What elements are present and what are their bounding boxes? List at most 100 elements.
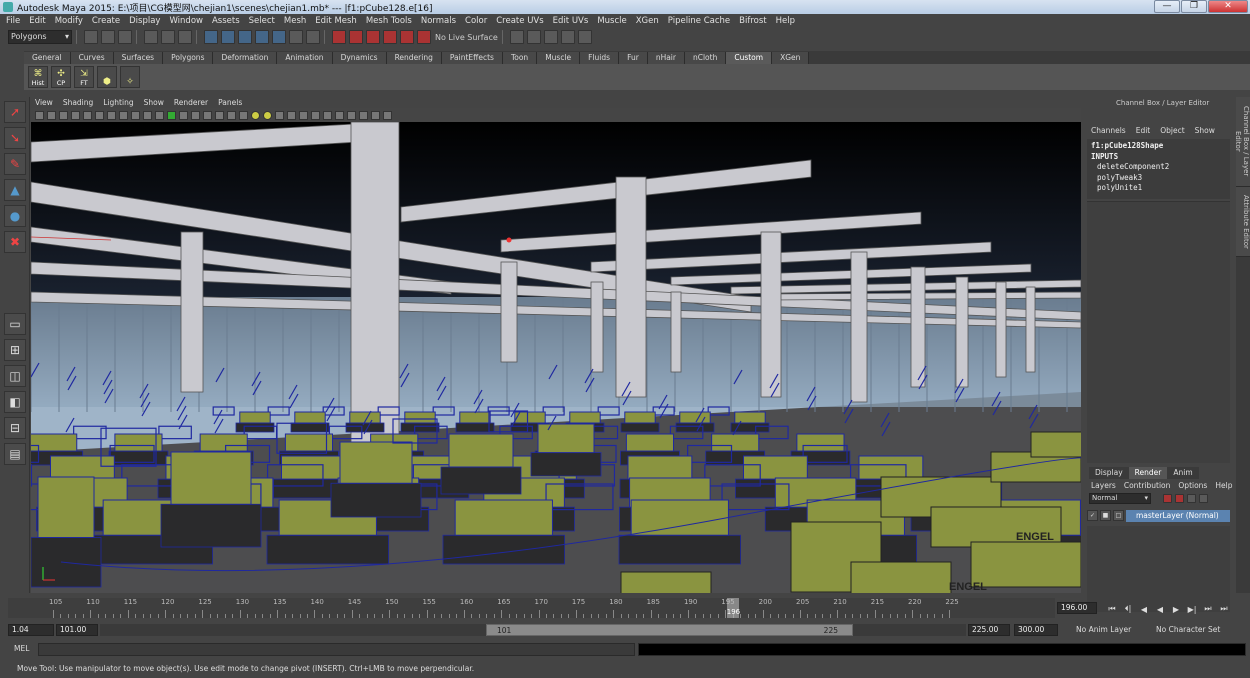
character-set-select[interactable]: No Character Set <box>1156 625 1220 634</box>
sidebar-toggle-icon[interactable] <box>526 30 541 44</box>
shelf-tab-fur[interactable]: Fur <box>619 52 648 64</box>
go-to-end-button[interactable]: ⏭ <box>1216 604 1232 614</box>
shelf-tab-custom[interactable]: Custom <box>726 52 773 64</box>
viewport-tool-icon[interactable] <box>95 110 104 120</box>
viewport-tool-icon[interactable] <box>371 110 380 120</box>
shelf-tab-ncloth[interactable]: nCloth <box>684 52 727 64</box>
render-settings-icon[interactable] <box>1199 493 1208 503</box>
persp-outliner-layout-icon[interactable]: ◧ <box>4 391 26 413</box>
scene-end-field[interactable]: 300.00 <box>1014 624 1058 636</box>
menu-select[interactable]: Select <box>249 16 275 26</box>
viewport-tool-icon[interactable] <box>131 110 140 120</box>
menu-display[interactable]: Display <box>129 16 160 26</box>
viewport-tool-icon[interactable] <box>311 110 320 120</box>
select-object-icon[interactable] <box>161 30 175 44</box>
shelf-button-4[interactable]: ⬢ <box>97 66 117 88</box>
menu-muscle[interactable]: Muscle <box>597 16 626 26</box>
channel-box-menu-show[interactable]: Show <box>1195 126 1215 135</box>
viewport-menu-renderer[interactable]: Renderer <box>174 98 208 107</box>
input-box-icon[interactable] <box>509 30 524 44</box>
viewport-tool-icon[interactable] <box>215 110 224 120</box>
shelf-tab-dynamics[interactable]: Dynamics <box>332 52 387 64</box>
close-button[interactable]: ✕ <box>1208 0 1248 13</box>
construction-history-icon[interactable] <box>306 30 320 44</box>
menu-create-uvs[interactable]: Create UVs <box>496 16 543 26</box>
shelf-tab-general[interactable]: General <box>24 52 71 64</box>
shelf-tab-fluids[interactable]: Fluids <box>580 52 620 64</box>
layer-menu-layers[interactable]: Layers <box>1091 481 1116 490</box>
layer-tab-render[interactable]: Render <box>1128 467 1168 479</box>
new-layer-icon[interactable] <box>1163 493 1172 503</box>
viewport-tool-icon[interactable] <box>83 110 92 120</box>
scene-start-field[interactable]: 1.04 <box>8 624 54 636</box>
hypershade-layout-icon[interactable]: ▤ <box>4 443 26 465</box>
menu-create[interactable]: Create <box>92 16 120 26</box>
menu-file[interactable]: File <box>6 16 20 26</box>
menu-edit[interactable]: Edit <box>29 16 45 26</box>
render-view-icon[interactable] <box>400 30 414 44</box>
minimize-button[interactable]: — <box>1154 0 1180 13</box>
menu-mesh-tools[interactable]: Mesh Tools <box>366 16 412 26</box>
render-icon[interactable] <box>1187 493 1196 503</box>
menu-edit-uvs[interactable]: Edit UVs <box>553 16 589 26</box>
maximize-button[interactable]: ❐ <box>1181 0 1207 13</box>
shelf-tab-painteffects[interactable]: PaintEffects <box>441 52 503 64</box>
menu-set-select[interactable]: Polygons <box>8 30 72 44</box>
input-node-deletecomponent2[interactable]: deleteComponent2 <box>1091 162 1226 173</box>
viewport-tool-icon[interactable] <box>287 110 296 120</box>
viewport-tool-icon[interactable] <box>179 110 188 120</box>
move-tool-icon[interactable]: ▲ <box>4 179 26 201</box>
range-slider[interactable]: 101 225 <box>100 624 966 636</box>
live-surface-icon[interactable] <box>417 30 431 44</box>
four-view-layout-icon[interactable]: ⊞ <box>4 339 26 361</box>
viewport-menu-panels[interactable]: Panels <box>218 98 242 107</box>
range-slider-handle[interactable]: 101 225 <box>486 624 853 636</box>
select-hierarchy-icon[interactable] <box>144 30 158 44</box>
menu-window[interactable]: Window <box>169 16 203 26</box>
viewport-tool-icon[interactable] <box>263 110 272 120</box>
scale-tool-icon[interactable]: ✖ <box>4 231 26 253</box>
shelf-button-ft[interactable]: ⇲ FT <box>74 66 94 88</box>
select-tool-icon[interactable]: ➚ <box>4 101 26 123</box>
viewport-tool-icon[interactable] <box>323 110 332 120</box>
layer-tab-display[interactable]: Display <box>1089 467 1129 479</box>
tool-settings-toggle-icon[interactable] <box>560 30 575 44</box>
viewport-tool-icon[interactable] <box>155 110 164 120</box>
menu-modify[interactable]: Modify <box>55 16 83 26</box>
magnet-icon[interactable] <box>289 30 303 44</box>
menu-edit-mesh[interactable]: Edit Mesh <box>315 16 357 26</box>
channel-box-toggle-icon[interactable] <box>577 30 592 44</box>
step-back-frame-button[interactable]: ◀ <box>1136 605 1152 614</box>
layer-tab-anim[interactable]: Anim <box>1167 467 1199 479</box>
open-scene-icon[interactable] <box>101 30 115 44</box>
layer-name[interactable]: masterLayer (Normal) <box>1126 509 1230 522</box>
channel-box-menu-edit[interactable]: Edit <box>1136 126 1151 135</box>
snap-grid-icon[interactable] <box>204 30 218 44</box>
shelf-tab-deformation[interactable]: Deformation <box>213 52 278 64</box>
paint-select-icon[interactable]: ✎ <box>4 153 26 175</box>
viewport-menu-view[interactable]: View <box>35 98 53 107</box>
go-to-start-button[interactable]: ⏮ <box>1104 604 1120 614</box>
menu-mesh[interactable]: Mesh <box>284 16 306 26</box>
new-layer-selected-icon[interactable] <box>1175 493 1184 503</box>
layer-render-icon[interactable]: ■ <box>1100 510 1111 521</box>
master-layer-row[interactable]: ✓ ■ □ masterLayer (Normal) <box>1087 509 1230 522</box>
viewport-tool-icon[interactable] <box>359 110 368 120</box>
viewport-tool-icon[interactable] <box>191 110 200 120</box>
viewport-tool-icon[interactable] <box>251 110 260 120</box>
layer-visibility-icon[interactable]: ✓ <box>1087 510 1098 521</box>
snap-surface-icon[interactable] <box>272 30 286 44</box>
two-view-layout-icon[interactable]: ◫ <box>4 365 26 387</box>
input-node-polyunite1[interactable]: polyUnite1 <box>1091 183 1226 194</box>
layer-menu-contribution[interactable]: Contribution <box>1124 481 1171 490</box>
menu-normals[interactable]: Normals <box>421 16 456 26</box>
blend-mode-select[interactable]: Normal <box>1089 492 1151 504</box>
render-frame-icon[interactable] <box>332 30 346 44</box>
shape-node-name[interactable]: f1:pCube128Shape <box>1091 141 1226 152</box>
time-slider[interactable]: 105 110 115 120 125 130 135 140 145 150 155 160 165 1… <box>8 598 1055 618</box>
viewport-tool-icon[interactable] <box>275 110 284 120</box>
viewport-tool-icon[interactable] <box>71 110 80 120</box>
command-input[interactable] <box>38 643 635 656</box>
rotate-tool-icon[interactable]: ● <box>4 205 26 227</box>
viewport-tool-icon[interactable] <box>299 110 308 120</box>
